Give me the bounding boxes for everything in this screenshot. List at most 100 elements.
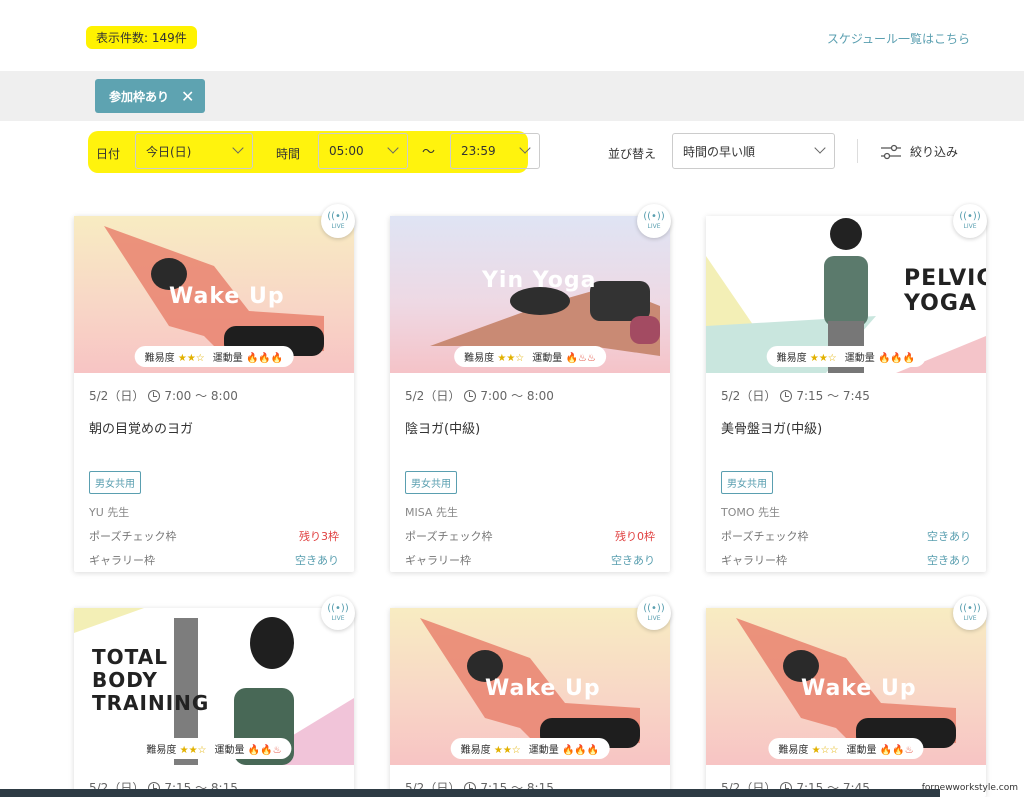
gallery-status: 空きあり bbox=[295, 554, 339, 567]
thumbnail-title-line: PELVIC bbox=[904, 266, 986, 291]
live-badge[interactable]: ((•)) LIVE bbox=[637, 596, 671, 630]
gender-tag: 男女共用 bbox=[721, 471, 773, 494]
class-thumbnail: PELVIC YOGA 難易度 ★★☆ 運動量 🔥🔥🔥 bbox=[706, 216, 986, 373]
time-from-value: 05:00 bbox=[329, 144, 364, 158]
taskbar bbox=[0, 789, 940, 797]
gallery-slot: ギャラリー枠 空きあり bbox=[721, 552, 971, 568]
class-time: 7:00 〜 8:00 bbox=[164, 389, 238, 403]
live-badge[interactable]: ((•)) LIVE bbox=[321, 596, 355, 630]
teacher-name: YU 先生 bbox=[89, 506, 130, 519]
gallery-status: 空きあり bbox=[927, 554, 971, 567]
class-card[interactable]: Wake Up 難易度 ★★☆ 運動量 🔥🔥🔥 5/2（日） 7:15 〜 8:… bbox=[390, 608, 670, 797]
sliders-icon bbox=[881, 144, 901, 159]
live-text: LIVE bbox=[331, 223, 345, 230]
class-card[interactable]: Wake Up 難易度 ★☆☆ 運動量 🔥🔥♨ 5/2（日） 7:15 〜 7:… bbox=[706, 608, 986, 797]
filter-button-label: 絞り込み bbox=[910, 145, 959, 159]
exercise-label: 運動量 bbox=[532, 353, 563, 364]
pose-check-label: ポーズチェック枠 bbox=[721, 530, 809, 543]
time-to-value: 23:59 bbox=[461, 144, 496, 158]
pose-check-status: 空きあり bbox=[927, 530, 971, 543]
live-badge[interactable]: ((•)) LIVE bbox=[321, 204, 355, 238]
flame-icon: 🔥🔥🔥 bbox=[245, 353, 284, 364]
pose-check-slot: ポーズチェック枠 残り0枠 bbox=[405, 528, 655, 544]
live-badge[interactable]: ((•)) LIVE bbox=[953, 596, 987, 630]
flame-icon: 🔥🔥🔥 bbox=[877, 353, 916, 364]
live-badge[interactable]: ((•)) LIVE bbox=[637, 204, 671, 238]
flame-icon: 🔥🔥♨ bbox=[247, 745, 282, 756]
sort-label: 並び替え bbox=[608, 147, 657, 161]
difficulty-badge: 難易度 ★★☆ 運動量 🔥🔥🔥 bbox=[450, 738, 610, 759]
class-time: 7:15 〜 7:45 bbox=[796, 389, 870, 403]
gender-tag: 男女共用 bbox=[89, 471, 141, 494]
class-card[interactable]: Wake Up 難易度 ★★☆ 運動量 🔥🔥🔥 5/2（日） 7:00 〜 8:… bbox=[74, 216, 354, 572]
flame-icon: 🔥🔥♨ bbox=[879, 745, 914, 756]
class-card[interactable]: PELVIC YOGA 難易度 ★★☆ 運動量 🔥🔥🔥 5/2（日） 7:15 … bbox=[706, 216, 986, 572]
live-badge[interactable]: ((•)) LIVE bbox=[953, 204, 987, 238]
gender-tag: 男女共用 bbox=[405, 471, 457, 494]
class-card[interactable]: Yin Yoga 難易度 ★★☆ 運動量 🔥♨♨ 5/2（日） 7:00 〜 8… bbox=[390, 216, 670, 572]
difficulty-label: 難易度 bbox=[460, 745, 491, 756]
close-icon[interactable]: ✕ bbox=[181, 87, 194, 106]
thumbnail-title: Wake Up bbox=[169, 284, 285, 309]
live-text: LIVE bbox=[647, 615, 661, 622]
star-icon: ★★☆ bbox=[177, 353, 205, 364]
class-thumbnail: TOTAL BODY TRAINING 難易度 ★★☆ 運動量 🔥🔥♨ bbox=[74, 608, 354, 765]
difficulty-label: 難易度 bbox=[776, 353, 807, 364]
schedule-list-link[interactable]: スケジュール一覧はこちら bbox=[827, 30, 970, 47]
result-count: 表示件数: 149件 bbox=[86, 26, 197, 49]
chevron-down-icon bbox=[387, 142, 399, 154]
live-text: LIVE bbox=[331, 615, 345, 622]
class-card[interactable]: TOTAL BODY TRAINING 難易度 ★★☆ 運動量 🔥🔥♨ 5/2（… bbox=[74, 608, 354, 797]
difficulty-label: 難易度 bbox=[146, 745, 177, 756]
pose-check-label: ポーズチェック枠 bbox=[405, 530, 493, 543]
broadcast-icon: ((•)) bbox=[959, 211, 981, 222]
class-title: 美骨盤ヨガ(中級) bbox=[721, 422, 823, 437]
time-label: 時間 bbox=[276, 147, 301, 161]
divider bbox=[857, 139, 858, 163]
chevron-down-icon bbox=[519, 142, 531, 154]
filter-chip-label: 参加枠あり bbox=[109, 89, 170, 104]
thumbnail-title: Wake Up bbox=[801, 676, 917, 701]
pose-check-status: 残り3枠 bbox=[299, 530, 339, 543]
gallery-slot: ギャラリー枠 空きあり bbox=[405, 552, 655, 568]
date-select[interactable]: 今日(日) bbox=[135, 133, 253, 169]
date-select-value: 今日(日) bbox=[146, 144, 192, 159]
pose-check-label: ポーズチェック枠 bbox=[89, 530, 177, 543]
filter-chip-available[interactable]: 参加枠あり ✕ bbox=[95, 79, 205, 113]
chevron-down-icon bbox=[232, 142, 244, 154]
range-separator: 〜 bbox=[422, 145, 436, 160]
thumbnail-title: PELVIC YOGA bbox=[904, 266, 986, 317]
thumbnail-title-line: YOGA bbox=[904, 291, 977, 317]
class-thumbnail: Wake Up 難易度 ★★☆ 運動量 🔥🔥🔥 bbox=[74, 216, 354, 373]
clock-icon bbox=[464, 389, 477, 402]
difficulty-badge: 難易度 ★★☆ 運動量 🔥🔥🔥 bbox=[134, 346, 294, 367]
class-title: 陰ヨガ(中級) bbox=[405, 422, 481, 437]
gallery-label: ギャラリー枠 bbox=[721, 554, 787, 567]
gallery-slot: ギャラリー枠 空きあり bbox=[89, 552, 339, 568]
gallery-label: ギャラリー枠 bbox=[405, 554, 471, 567]
class-title: 朝の目覚めのヨガ bbox=[89, 422, 194, 437]
live-text: LIVE bbox=[963, 615, 977, 622]
pose-check-slot: ポーズチェック枠 空きあり bbox=[721, 528, 971, 544]
broadcast-icon: ((•)) bbox=[643, 211, 665, 222]
sort-select[interactable]: 時間の早い順 bbox=[672, 133, 835, 169]
star-icon: ★★☆ bbox=[497, 353, 525, 364]
class-thumbnail: Wake Up 難易度 ★☆☆ 運動量 🔥🔥♨ bbox=[706, 608, 986, 765]
thumbnail-title-line: TOTAL bbox=[92, 645, 168, 669]
time-from-select[interactable]: 05:00 bbox=[318, 133, 408, 169]
teacher-name: TOMO 先生 bbox=[721, 506, 781, 519]
filter-button[interactable]: 絞り込み bbox=[880, 143, 958, 160]
star-icon: ★★☆ bbox=[179, 745, 207, 756]
exercise-label: 運動量 bbox=[528, 745, 559, 756]
gallery-status: 空きあり bbox=[611, 554, 655, 567]
time-to-select[interactable]: 23:59 bbox=[450, 133, 540, 169]
top-bar: 表示件数: 149件 スケジュール一覧はこちら bbox=[0, 0, 1024, 72]
exercise-label: 運動量 bbox=[214, 745, 245, 756]
thumbnail-title: Wake Up bbox=[485, 676, 601, 701]
broadcast-icon: ((•)) bbox=[327, 603, 349, 614]
class-date: 5/2（日） bbox=[721, 389, 777, 403]
thumbnail-title-line: BODY bbox=[92, 668, 158, 692]
difficulty-label: 難易度 bbox=[144, 353, 175, 364]
live-text: LIVE bbox=[647, 223, 661, 230]
broadcast-icon: ((•)) bbox=[327, 211, 349, 222]
